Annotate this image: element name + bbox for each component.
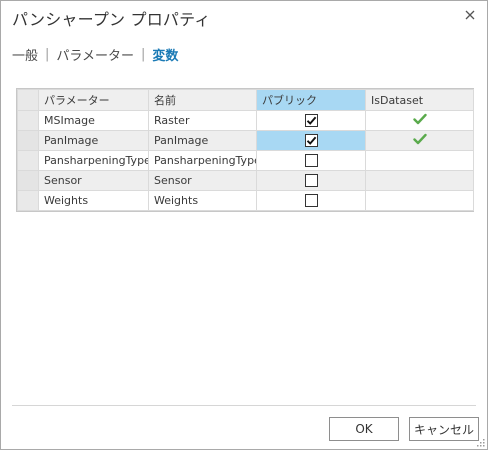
public-checkbox[interactable] bbox=[304, 154, 318, 168]
cell-isdataset[interactable] bbox=[365, 190, 474, 211]
green-checkmark-icon bbox=[412, 113, 427, 128]
row-header[interactable] bbox=[17, 110, 39, 131]
table-row[interactable]: PanImage PanImage bbox=[17, 130, 474, 151]
cell-parameter[interactable]: PansharpeningType bbox=[38, 150, 149, 171]
table-row[interactable]: Weights Weights bbox=[17, 190, 474, 211]
tab-general[interactable]: 一般 bbox=[12, 45, 38, 64]
cell-parameter[interactable]: PanImage bbox=[38, 130, 149, 151]
cell-public bbox=[256, 150, 366, 171]
cell-name[interactable]: Sensor bbox=[148, 170, 257, 191]
cell-parameter[interactable]: MSImage bbox=[38, 110, 149, 131]
variables-grid: パラメーター 名前 パブリック IsDataset MSImage Raster P… bbox=[16, 88, 474, 212]
cell-name[interactable]: Weights bbox=[148, 190, 257, 211]
corner-header[interactable] bbox=[17, 89, 39, 111]
close-icon[interactable] bbox=[462, 7, 478, 23]
tab-separator: | bbox=[141, 47, 146, 62]
variables-table: パラメーター 名前 パブリック IsDataset MSImage Raster P… bbox=[17, 89, 474, 211]
row-header[interactable] bbox=[17, 170, 39, 191]
cell-name[interactable]: Raster bbox=[148, 110, 257, 131]
table-header-row: パラメーター 名前 パブリック IsDataset bbox=[17, 89, 474, 111]
public-checkbox[interactable] bbox=[304, 194, 318, 208]
row-header[interactable] bbox=[17, 150, 39, 171]
resize-grip-icon[interactable] bbox=[476, 438, 485, 447]
column-header-public[interactable]: パブリック bbox=[256, 89, 366, 111]
tab-parameters[interactable]: パラメーター bbox=[56, 45, 134, 64]
public-checkbox[interactable] bbox=[304, 114, 318, 128]
table-row[interactable]: PansharpeningType PansharpeningType bbox=[17, 150, 474, 171]
public-checkbox[interactable] bbox=[304, 134, 318, 148]
column-header-isdataset[interactable]: IsDataset bbox=[365, 89, 474, 111]
cell-name[interactable]: PansharpeningType bbox=[148, 150, 257, 171]
cell-public bbox=[256, 170, 366, 191]
cancel-button[interactable]: キャンセル bbox=[409, 417, 479, 441]
cell-public bbox=[256, 110, 366, 131]
cell-isdataset[interactable] bbox=[365, 170, 474, 191]
cell-isdataset[interactable] bbox=[365, 150, 474, 171]
properties-dialog: パンシャープン プロパティ 一般 | パラメーター | 変数 パラメーター 名前… bbox=[0, 0, 488, 450]
public-checkbox[interactable] bbox=[304, 174, 318, 188]
table-row[interactable]: MSImage Raster bbox=[17, 110, 474, 131]
table-row[interactable]: Sensor Sensor bbox=[17, 170, 474, 191]
cell-parameter[interactable]: Sensor bbox=[38, 170, 149, 191]
cell-public bbox=[256, 130, 366, 151]
ok-button[interactable]: OK bbox=[329, 417, 399, 441]
column-header-parameter[interactable]: パラメーター bbox=[38, 89, 149, 111]
column-header-name[interactable]: 名前 bbox=[148, 89, 257, 111]
tab-bar: 一般 | パラメーター | 変数 bbox=[12, 45, 178, 64]
tab-separator: | bbox=[45, 47, 50, 62]
cell-parameter[interactable]: Weights bbox=[38, 190, 149, 211]
row-header[interactable] bbox=[17, 130, 39, 151]
cell-isdataset[interactable] bbox=[365, 110, 474, 131]
footer-divider bbox=[12, 405, 476, 406]
cell-isdataset[interactable] bbox=[365, 130, 474, 151]
dialog-title: パンシャープン プロパティ bbox=[12, 10, 211, 29]
tab-variables[interactable]: 変数 bbox=[152, 45, 178, 64]
green-checkmark-icon bbox=[412, 133, 427, 148]
cell-name[interactable]: PanImage bbox=[148, 130, 257, 151]
cell-public bbox=[256, 190, 366, 211]
row-header[interactable] bbox=[17, 190, 39, 211]
